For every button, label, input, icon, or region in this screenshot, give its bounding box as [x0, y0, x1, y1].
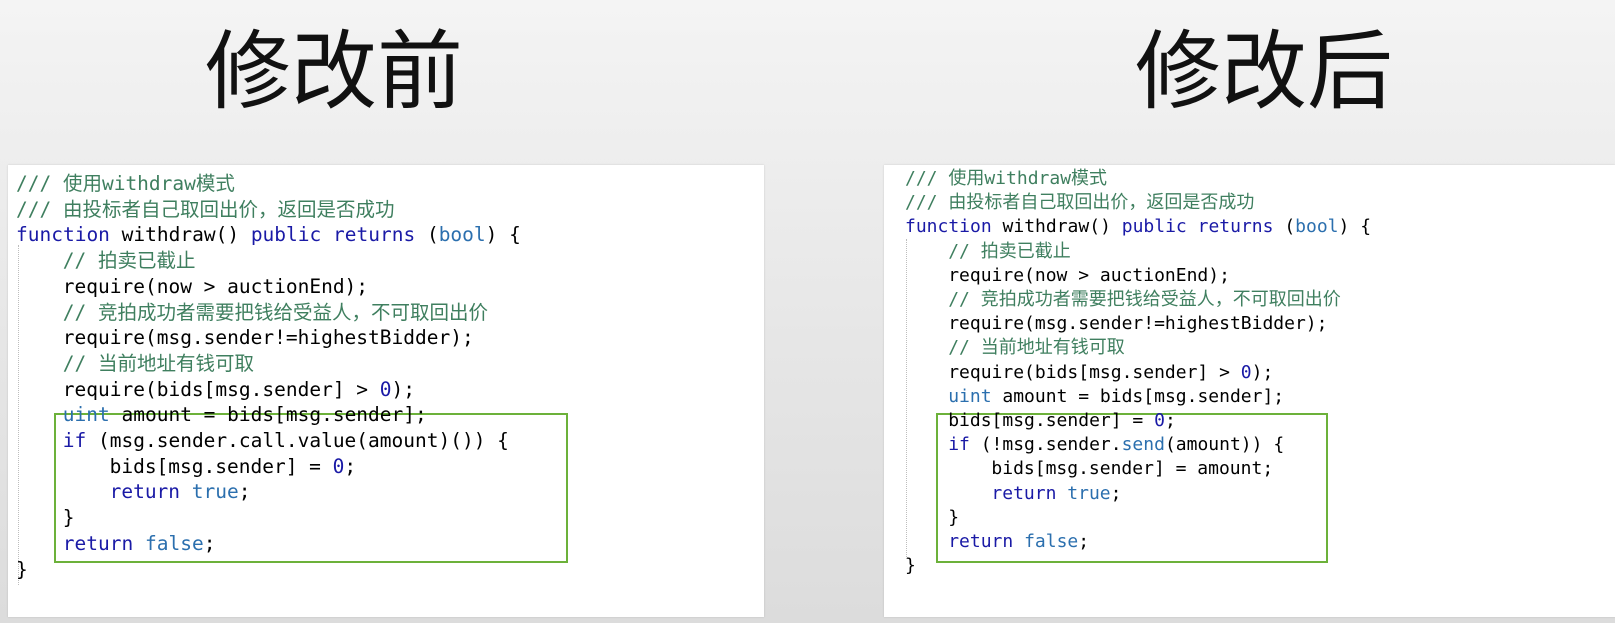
code-line: uint amount = bids[msg.sender]; — [948, 385, 1285, 407]
code-line: uint amount = bids[msg.sender]; — [62, 403, 427, 427]
code-line: // 竞拍成功者需要把钱给受益人，不可取回出价 — [948, 289, 1341, 311]
code-line: require(msg.sender!=highestBidder); — [62, 326, 474, 350]
code-line: // 拍卖已截止 — [62, 249, 196, 273]
code-line: /// 使用withdraw模式 — [16, 172, 235, 195]
code-line: require(bids[msg.sender] > 0); — [948, 361, 1274, 383]
code-line: return true; — [109, 480, 251, 504]
code-line: return false; — [62, 531, 216, 555]
code-line: } — [16, 557, 28, 581]
code-line: return true; — [991, 482, 1122, 504]
code-line: require(bids[msg.sender] > 0); — [62, 377, 416, 401]
code-line: bids[msg.sender] = 0; — [109, 454, 357, 478]
code-line: // 竞拍成功者需要把钱给受益人，不可取回出价 — [62, 300, 489, 324]
code-line: function withdraw() public returns (bool… — [905, 216, 1372, 238]
code-line: /// 由投标者自己取回出价，返回是否成功 — [905, 192, 1255, 214]
code-panel-after: /// 使用withdraw模式 /// 由投标者自己取回出价，返回是否成功 fun… — [884, 165, 1615, 617]
code-line: } — [905, 555, 916, 577]
code-line: if (msg.sender.call.value(amount)()) { — [62, 429, 509, 453]
code-line: } — [62, 506, 75, 530]
code-panel-before: /// 使用withdraw模式/// 由投标者自己取回出价，返回是否成功 fun… — [8, 165, 764, 617]
title-after: 修改后 — [1135, 22, 1393, 122]
code-line: /// 使用withdraw模式 — [905, 168, 1108, 189]
code-line: bids[msg.sender] = 0; — [948, 410, 1176, 432]
code-line: require(msg.sender!=highestBidder); — [948, 313, 1328, 335]
code-line: // 当前地址有钱可取 — [62, 351, 255, 375]
code-line: require(now > auctionEnd); — [948, 264, 1230, 286]
title-before: 修改前 — [205, 22, 463, 122]
code-line: return false; — [948, 531, 1090, 553]
code-line: /// 由投标者自己取回出价，返回是否成功 — [16, 197, 395, 221]
code-block-after: /// 使用withdraw模式 /// 由投标者自己取回出价，返回是否成功 fun… — [905, 167, 1371, 578]
code-line: require(now > auctionEnd); — [62, 274, 369, 298]
code-line: // 拍卖已截止 — [948, 240, 1071, 262]
code-line: // 当前地址有钱可取 — [948, 337, 1125, 359]
code-line: } — [948, 506, 960, 528]
code-line: bids[msg.sender] = amount; — [991, 458, 1274, 480]
code-line: if (!msg.sender.send(amount)) { — [948, 434, 1285, 456]
code-block-before: /// 使用withdraw模式/// 由投标者自己取回出价，返回是否成功 fun… — [16, 171, 521, 582]
code-line: function withdraw() public returns (bool… — [16, 223, 521, 247]
